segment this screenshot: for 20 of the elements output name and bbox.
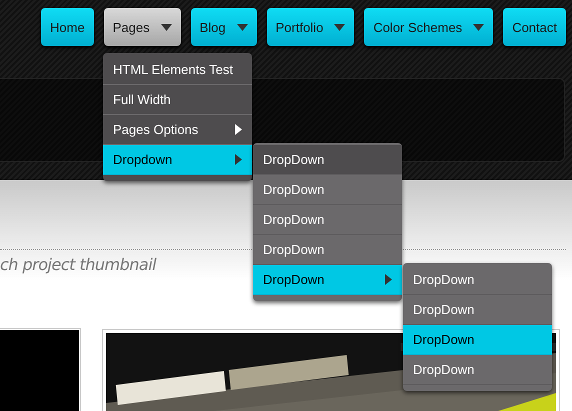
menu-item[interactable]: DropDown xyxy=(403,265,552,295)
nav-button[interactable]: Pages xyxy=(104,8,181,46)
nav-button[interactable]: Portfolio xyxy=(266,8,354,46)
menu-item[interactable]: DropDown xyxy=(253,145,402,175)
submenu-arrow-icon xyxy=(235,154,242,165)
menu-item[interactable]: Dropdown xyxy=(103,145,252,175)
nav-button[interactable]: Color Schemes xyxy=(364,8,494,46)
menu-item[interactable]: DropDown xyxy=(403,355,552,385)
menu-item[interactable]: DropDown xyxy=(253,175,402,205)
submenu-arrow-icon xyxy=(385,274,392,285)
menu-item[interactable]: DropDown xyxy=(253,265,402,295)
section-caption: ch project thumbnail xyxy=(0,255,156,274)
menu-item[interactable]: DropDown xyxy=(403,325,552,355)
project-thumbnail[interactable] xyxy=(0,329,80,411)
nav-button[interactable]: Contact xyxy=(503,8,566,46)
menu-item[interactable]: Full Width xyxy=(103,85,252,115)
nav-button[interactable]: Blog xyxy=(190,8,257,46)
nav-button[interactable]: Home xyxy=(41,8,94,46)
menu-item[interactable]: HTML Elements Test xyxy=(103,55,252,85)
menu-item[interactable]: DropDown xyxy=(253,205,402,235)
